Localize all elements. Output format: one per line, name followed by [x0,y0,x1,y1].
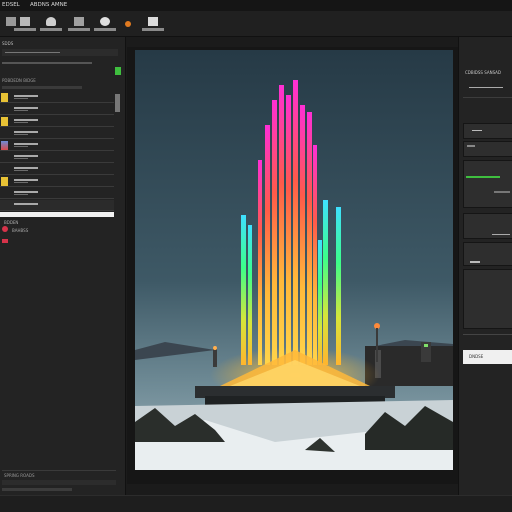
divider [2,86,82,89]
layer-name [14,143,38,145]
property-field[interactable] [463,141,512,157]
menu-item-file[interactable]: EDSEL [2,2,20,8]
layer-thumbnail [1,93,8,102]
apply-button[interactable]: DNDSE [463,350,512,364]
layer-list [0,92,120,214]
layers-panel: SDDS PDBDEDN BIDGE BDDEN BAHBSS SPRING R… [0,37,126,503]
layer-row[interactable] [0,188,114,199]
layer-row[interactable] [0,164,114,175]
color-tool-button[interactable] [120,15,142,35]
tool-label [94,28,116,31]
selected-layer-highlight[interactable] [0,212,114,217]
divider [2,470,116,471]
divider [463,97,512,98]
color-dot-icon [125,21,131,27]
layer-name [14,191,38,193]
panel-header: CDBIDSS SANSAD [465,70,501,75]
search-field[interactable] [2,49,118,56]
monitor-icon [148,17,158,26]
title-bar: EDSEL ABDNS AMNE [0,0,512,11]
cloud-tool-button[interactable] [94,15,116,35]
panel-header: SDDS [2,41,14,46]
menu-item-view[interactable]: ABDNS AMNE [30,2,67,8]
footer-field[interactable] [2,480,116,485]
layer-row[interactable] [0,104,114,115]
color-property-group[interactable] [463,160,512,208]
toolbar [0,11,512,37]
layer-name [14,167,38,169]
layer-name [14,131,38,133]
canvas-image[interactable] [135,50,453,470]
tool-label [68,28,90,31]
layer-thumbnail [1,141,8,150]
monitor-tool-button[interactable] [142,15,164,35]
layer-row[interactable] [0,128,114,139]
tower-of-light-artwork [135,50,453,470]
footer-slider[interactable] [2,488,72,491]
apply-button-label: DNDSE [469,354,484,359]
status-bar [0,495,512,512]
brush-icon [46,17,56,26]
record-icon[interactable] [2,226,8,232]
properties-panel: CDBIDSS SANSAD DNDSE [458,37,512,503]
tool-label [14,28,36,31]
context-label-2: BAHBSS [12,228,29,233]
tool-label [40,28,62,31]
cloud-icon [100,17,110,26]
property-field[interactable] [463,123,512,139]
property-field[interactable] [463,242,512,266]
layer-name [14,119,38,121]
divider [469,87,503,88]
property-field[interactable] [463,269,512,329]
add-layer-button[interactable] [115,67,121,75]
panel-subheader: PDBDEDN BIDGE [2,78,36,83]
tool-label [142,28,164,31]
layer-row[interactable] [0,152,114,163]
color-swatch[interactable] [2,239,8,243]
layer-row[interactable] [0,116,114,127]
divider [463,334,512,335]
layer-row[interactable] [0,140,114,151]
footer-label: SPRING ROADS [4,473,35,478]
palette-tool-button[interactable] [68,15,90,35]
layers-tool-button[interactable] [14,15,36,35]
divider [2,62,92,64]
layer-thumbnail [1,177,8,186]
layer-row[interactable] [0,200,114,211]
property-field[interactable] [463,213,512,239]
layer-name [14,95,38,97]
layers-icon [20,17,30,26]
layer-row[interactable] [0,92,114,103]
accent-line [466,176,500,178]
layer-name [14,179,38,181]
layer-name [14,203,38,205]
layer-name [14,107,38,109]
layer-name [14,155,38,157]
context-label: BDDEN [4,220,19,225]
scrollbar-thumb[interactable] [115,94,120,112]
palette-icon [74,17,84,26]
layer-row[interactable] [0,176,114,187]
layer-thumbnail [1,117,8,126]
brush-tool-button[interactable] [40,15,62,35]
